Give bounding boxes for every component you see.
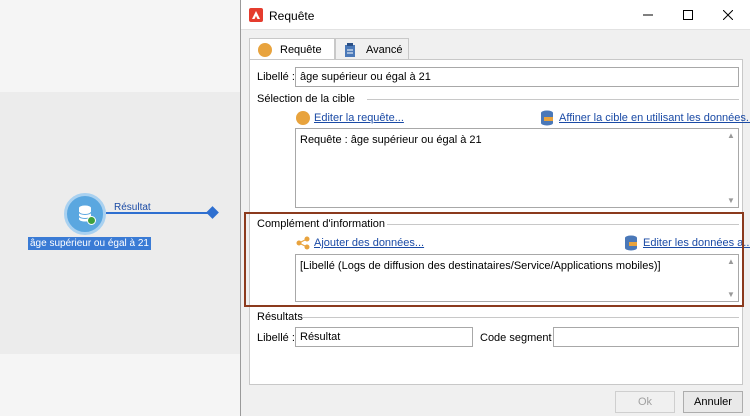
- app-logo-icon: [249, 8, 263, 22]
- minimize-button[interactable]: [633, 4, 663, 26]
- query-text-area[interactable]: Requête : âge supérieur ou égal à 21 ▲ ▼: [295, 128, 739, 208]
- tab-avance[interactable]: Avancé: [335, 38, 409, 60]
- query-activity-node[interactable]: [64, 193, 106, 235]
- transition-label: Résultat: [114, 202, 151, 213]
- query-circle-icon: [296, 111, 310, 125]
- edit-query-link[interactable]: Editer la requête...: [314, 112, 404, 124]
- libelle-field[interactable]: âge supérieur ou égal à 21: [295, 67, 739, 87]
- close-icon: [723, 10, 733, 20]
- close-button[interactable]: [713, 4, 743, 26]
- database-filter-icon: [541, 110, 553, 126]
- refine-target-link[interactable]: Affiner la cible en utilisant les donnée…: [559, 112, 750, 124]
- minimize-icon: [643, 14, 653, 16]
- results-section-divider: [303, 317, 739, 318]
- tab-requete-label: Requête: [280, 44, 322, 56]
- target-section-divider: [367, 99, 739, 100]
- maximize-icon: [683, 10, 693, 20]
- results-section-title: Résultats: [257, 311, 303, 323]
- maximize-button[interactable]: [673, 4, 703, 26]
- status-dot-icon: [87, 216, 96, 225]
- scroll-up-icon[interactable]: ▲: [725, 131, 737, 140]
- libelle-label: Libellé :: [257, 71, 295, 83]
- segment-code-field[interactable]: [553, 327, 739, 347]
- tab-avance-label: Avancé: [366, 43, 403, 56]
- clipboard-icon: [345, 42, 355, 57]
- canvas-band: [0, 92, 240, 354]
- query-circle-icon: [258, 43, 272, 57]
- workflow-canvas[interactable]: Résultat âge supérieur ou égal à 21: [0, 0, 240, 416]
- dialog-title: Requête: [269, 9, 315, 23]
- query-dialog: Requête Requête Avancé Libellé : âge sup…: [240, 0, 750, 416]
- target-section-title: Sélection de la cible: [257, 93, 355, 105]
- activity-label: âge supérieur ou égal à 21: [28, 237, 151, 250]
- result-libelle-label: Libellé :: [257, 332, 295, 344]
- ok-button[interactable]: Ok: [615, 391, 675, 413]
- complement-highlight-frame: [244, 212, 744, 307]
- scroll-down-icon[interactable]: ▼: [725, 196, 737, 205]
- query-text: Requête : âge supérieur ou égal à 21: [300, 134, 482, 146]
- cancel-button[interactable]: Annuler: [683, 391, 743, 413]
- title-bar[interactable]: Requête: [241, 0, 750, 30]
- tab-requete[interactable]: Requête: [249, 38, 335, 61]
- result-libelle-field[interactable]: Résultat: [295, 327, 473, 347]
- segment-code-label: Code segment :: [480, 332, 558, 344]
